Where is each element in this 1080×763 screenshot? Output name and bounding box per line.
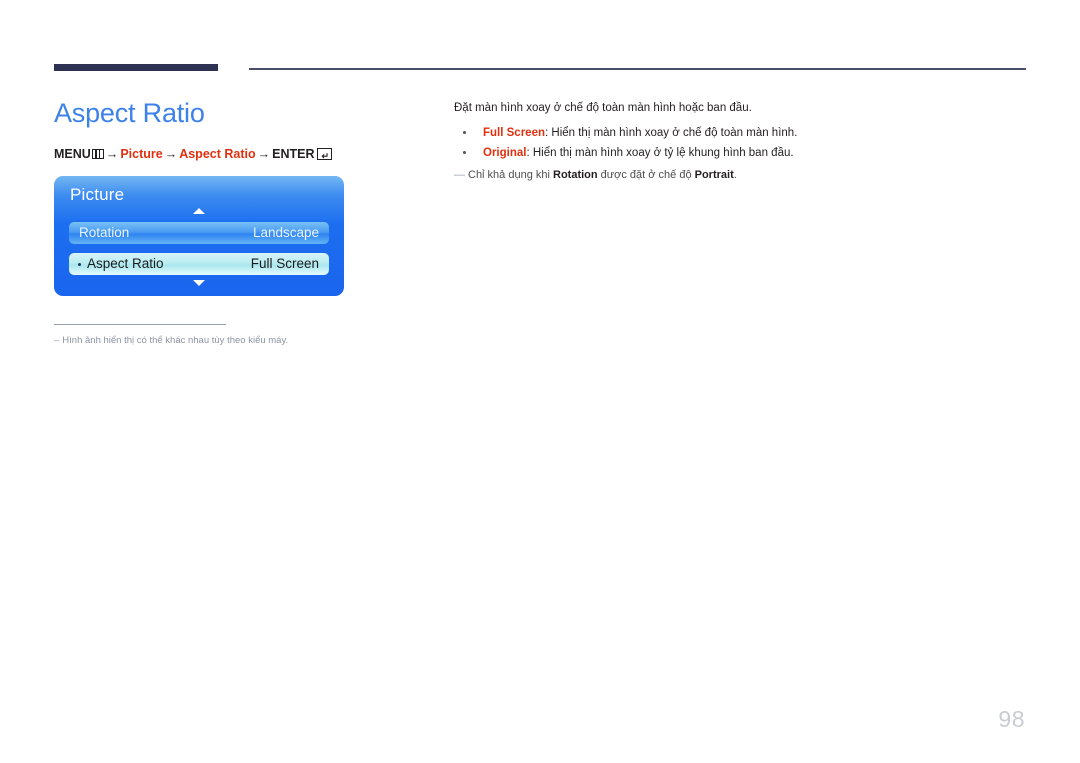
osd-row-aspect-ratio[interactable]: Aspect Ratio Full Screen [69, 253, 329, 275]
page-number: 98 [998, 706, 1025, 732]
bullet-text-full-screen: Hiển thị màn hình xoay ở chế độ toàn màn… [551, 127, 798, 139]
note-part-1: Chỉ khả dụng khi [468, 169, 553, 181]
enter-return-icon: ↵ [317, 148, 333, 160]
osd-row-rotation[interactable]: Rotation Landscape [69, 222, 329, 244]
breadcrumb: MENU → Picture → Aspect Ratio → ENTER ↵ [54, 146, 434, 162]
left-column: Aspect Ratio MENU → Picture → Aspect Ratio → E… [54, 96, 434, 296]
page-title: Aspect Ratio [54, 98, 205, 128]
breadcrumb-enter-label: ENTER [272, 147, 315, 161]
description-bullet-list: Full Screen: Hiển thị màn hình xoay ở ch… [454, 123, 1014, 163]
breadcrumb-arrow-2: → [164, 147, 178, 161]
note-term-rotation: Rotation [553, 169, 598, 181]
header-divider-line [249, 68, 1026, 70]
bullet-text-original: Hiển thị màn hình xoay ở tỷ lệ khung hìn… [532, 147, 794, 159]
list-item: Full Screen: Hiển thị màn hình xoay ở ch… [454, 123, 1014, 143]
selected-row-bullet-icon [78, 263, 81, 266]
bullet-dot-icon [463, 131, 466, 134]
triangle-up-icon[interactable] [193, 208, 205, 214]
left-footnote: – Hình ảnh hiển thị có thể khác nhau tùy … [54, 324, 414, 347]
menu-grid-icon [91, 149, 104, 159]
osd-menu-panel: Picture Rotation Landscape Aspect Ratio … [54, 176, 344, 296]
osd-row-rotation-label: Rotation [79, 225, 130, 240]
header-accent-bar [54, 64, 218, 71]
osd-menu-title: Picture [70, 185, 125, 204]
osd-row-aspect-ratio-label: Aspect Ratio [87, 256, 164, 271]
footnote-body: Hình ảnh hiển thị có thể khác nhau tùy t… [62, 335, 289, 346]
availability-note: ― Chỉ khả dụng khi Rotation được đặt ở ch… [454, 167, 1014, 183]
breadcrumb-item-picture[interactable]: Picture [120, 147, 162, 161]
right-column: Đặt màn hình xoay ở chế độ toàn màn hình… [454, 100, 1014, 183]
triangle-down-icon[interactable] [193, 280, 205, 286]
footnote-divider [54, 324, 226, 325]
bullet-dot-icon [463, 151, 466, 154]
note-term-portrait: Portrait [694, 169, 734, 181]
breadcrumb-arrow-1: → [105, 147, 119, 161]
note-part-2: được đặt ở chế độ [597, 169, 695, 181]
description-intro: Đặt màn hình xoay ở chế độ toàn màn hình… [454, 102, 752, 114]
osd-row-rotation-value: Landscape [252, 225, 319, 240]
page-header-rules [0, 0, 1080, 80]
note-dash: ― [454, 169, 465, 181]
osd-row-aspect-ratio-value: Full Screen [250, 256, 319, 271]
breadcrumb-arrow-3: → [257, 147, 271, 161]
breadcrumb-menu-label: MENU [54, 147, 91, 161]
footnote-text: – Hình ảnh hiển thị có thể khác nhau tùy … [54, 334, 414, 347]
note-part-3: . [733, 169, 737, 181]
bullet-term-full-screen: Full Screen [483, 127, 545, 139]
bullet-term-original: Original [483, 147, 527, 159]
breadcrumb-item-aspect-ratio[interactable]: Aspect Ratio [179, 147, 255, 161]
list-item: Original: Hiển thị màn hình xoay ở tỷ lệ… [454, 143, 1014, 163]
